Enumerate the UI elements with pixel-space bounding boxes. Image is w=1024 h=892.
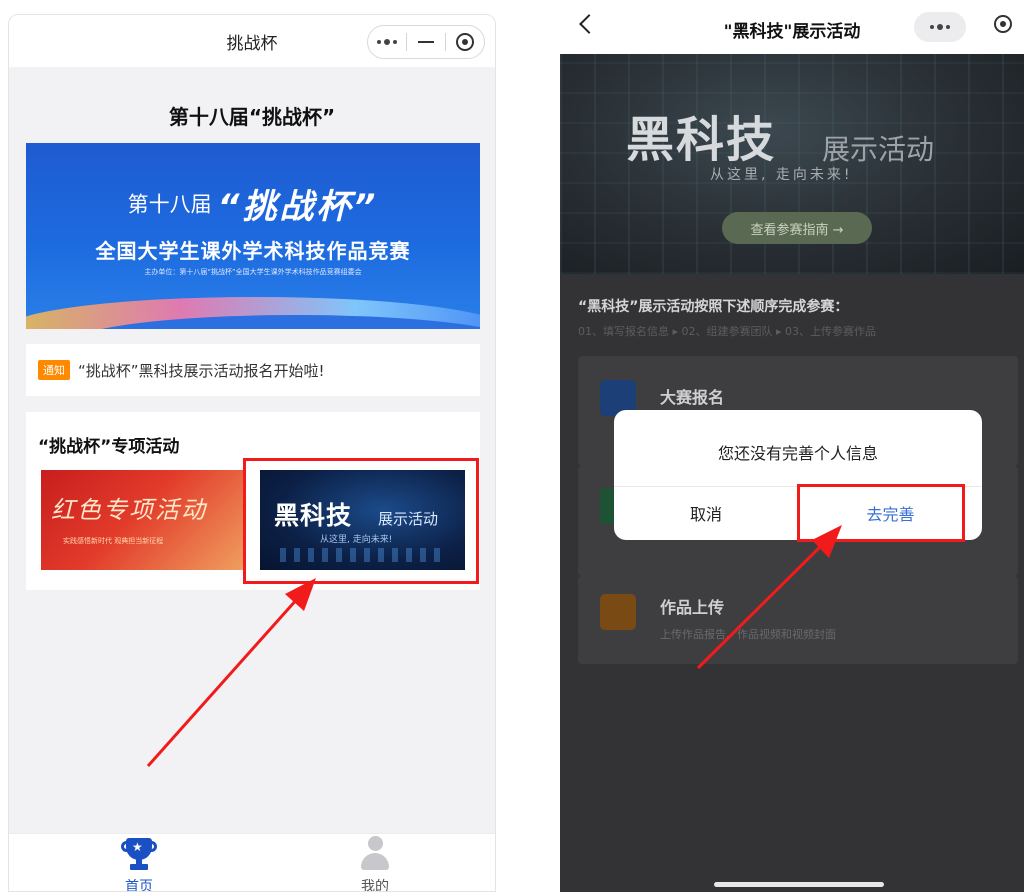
more-menu-button[interactable] <box>368 26 406 58</box>
notice-text: “挑战杯”黑科技展示活动报名开始啦! <box>78 361 325 380</box>
more-menu-button[interactable] <box>914 12 966 42</box>
tab-home-label: 首页 <box>125 879 153 892</box>
step-card-description: 上传作品报告、作品视频和视频封面 <box>660 628 836 641</box>
red-activity-card[interactable]: 红色专项活动 实践感悟新时代 观典担当新征程 <box>41 470 246 570</box>
close-target-icon <box>994 15 1012 33</box>
left-phone-screen: 挑战杯 第十八届“挑战杯” 第十八届 “挑战杯” 全国大学生课外学术科技作品竞赛… <box>8 14 496 892</box>
more-dots-icon <box>930 24 950 30</box>
miniprogram-capsule <box>367 25 485 59</box>
upload-icon <box>600 594 636 630</box>
step-card-title: 作品上传 <box>660 598 725 617</box>
navigation-bar: 挑战杯 <box>9 15 495 67</box>
navigation-bar: "黑科技"展示活动 <box>560 0 1024 54</box>
red-card-title: 红色专项活动 <box>51 496 207 524</box>
cancel-button[interactable]: 取消 <box>614 486 798 540</box>
competition-banner[interactable]: 第十八届 “挑战杯” 全国大学生课外学术科技作品竞赛 主办单位：第十八届“挑战杯”… <box>26 143 480 329</box>
view-guide-button[interactable]: 查看参赛指南 → <box>722 212 872 244</box>
more-dots-icon <box>377 39 397 45</box>
tab-mine-label: 我的 <box>361 879 389 892</box>
home-content: 第十八届“挑战杯” 第十八届 “挑战杯” 全国大学生课外学术科技作品竞赛 主办单位… <box>9 67 495 833</box>
screenshot-stage: 挑战杯 第十八届“挑战杯” 第十八届 “挑战杯” 全国大学生课外学术科技作品竞赛… <box>0 0 1024 892</box>
minimize-button[interactable] <box>407 26 445 58</box>
red-card-subtitle: 实践感悟新时代 观典担当新征程 <box>63 537 164 545</box>
step-card-upload[interactable]: 作品上传 上传作品报告、作品视频和视频封面 <box>578 576 1018 664</box>
banner-title: 黑科技 <box>626 112 777 168</box>
steps-title: “黑科技”展示活动按照下述顺序完成参赛： <box>578 299 849 315</box>
close-button[interactable] <box>446 26 484 58</box>
banner-headline: 第十八届 “挑战杯” <box>26 179 480 228</box>
banner-subtitle: 全国大学生课外学术科技作品竞赛 <box>95 239 411 263</box>
right-phone-screen: "黑科技"展示活动 黑科技 展示活动 从这里, 走向未来! 查看参赛指南 → “… <box>560 0 1024 892</box>
notice-bar[interactable]: 通知 “挑战杯”黑科技展示活动报名开始啦! <box>26 344 480 396</box>
trophy-icon: ★ <box>121 838 157 872</box>
highlight-box-black-tech-card <box>243 458 479 584</box>
banner-subtitle: 展示活动 <box>822 133 935 166</box>
banner-slogan: 从这里, 走向未来! <box>710 167 853 183</box>
banner-edition: 第十八届 <box>127 192 212 217</box>
home-indicator <box>714 882 884 887</box>
dialog-message: 您还没有完善个人信息 <box>717 444 878 463</box>
close-button[interactable] <box>994 15 1012 33</box>
tab-home[interactable]: ★ 首页 <box>79 834 199 892</box>
step-card-title: 大赛报名 <box>660 388 725 407</box>
steps-description: 01、填写报名信息 ▸ 02、组建参赛团队 ▸ 03、上传参赛作品 <box>578 325 877 338</box>
activity-banner: 黑科技 展示活动 从这里, 走向未来! 查看参赛指南 → <box>560 54 1024 274</box>
section-title: “挑战杯”专项活动 <box>38 437 180 457</box>
highlight-box-complete-button <box>797 484 965 542</box>
page-title: 第十八届“挑战杯” <box>168 105 336 129</box>
minimize-icon <box>418 41 434 43</box>
notice-tag: 通知 <box>38 360 70 380</box>
tab-mine[interactable]: 我的 <box>315 834 435 892</box>
banner-organizer: 主办单位：第十八届“挑战杯”全国大学生课外学术科技作品竞赛组委会 <box>144 268 362 276</box>
tab-bar: ★ 首页 我的 <box>9 833 495 892</box>
close-target-icon <box>456 33 474 51</box>
banner-brand: “挑战杯” <box>217 187 379 227</box>
user-avatar-icon <box>359 836 391 872</box>
